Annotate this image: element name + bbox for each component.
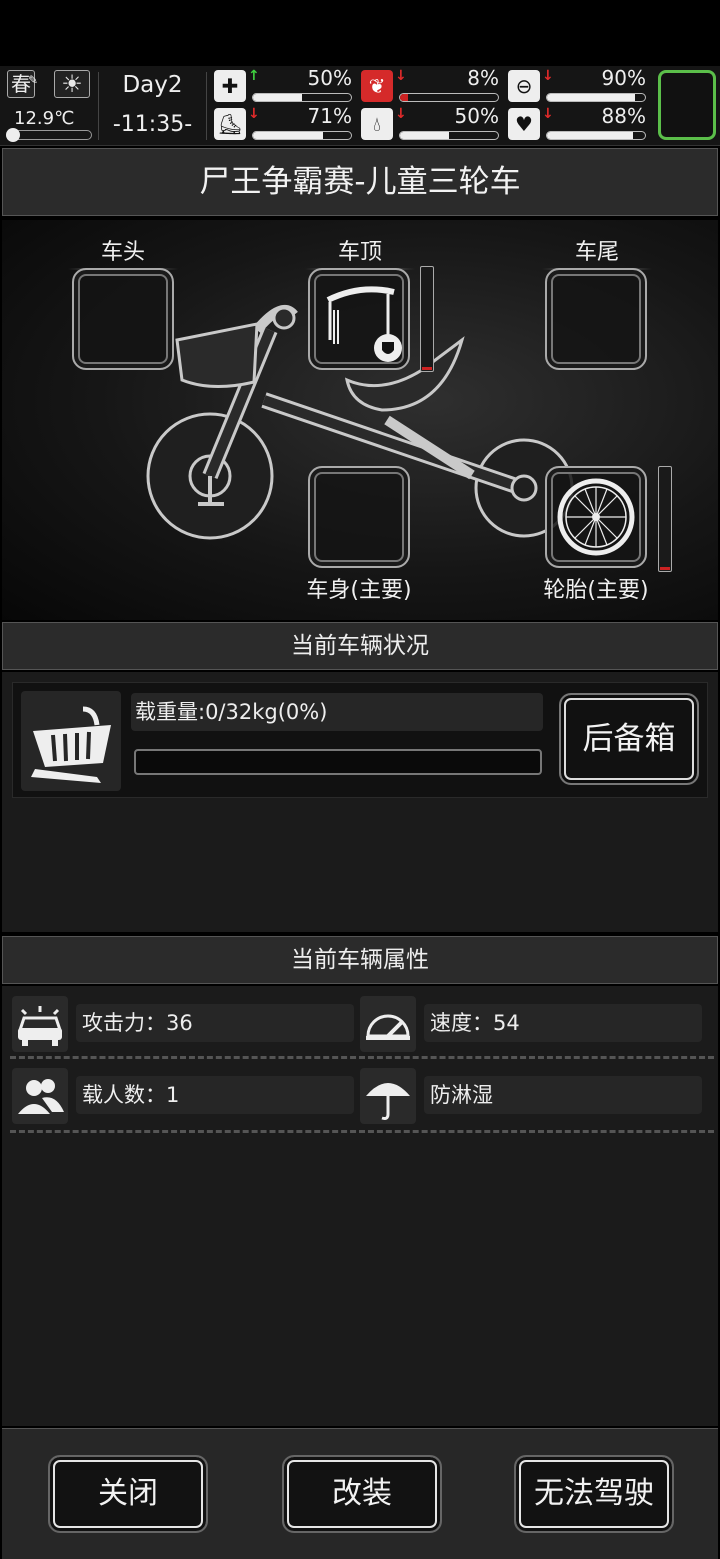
stat-value: 90% (601, 66, 646, 90)
vehicle-attributes-panel: 攻击力：36 速度：54 载人数：1 防淋湿 (2, 986, 718, 1426)
basket-icon (21, 691, 121, 791)
stat-value: 50% (454, 104, 499, 128)
speed-value: 速度：54 (424, 1004, 702, 1042)
close-button[interactable]: 关闭 (48, 1455, 208, 1533)
attribute-capacity: 载人数：1 (12, 1066, 357, 1126)
capacity-value: 载人数：1 (76, 1076, 354, 1114)
stat-bar (252, 131, 352, 140)
slot-body[interactable] (308, 466, 410, 568)
umbrella-icon (360, 1068, 416, 1124)
stat-energy[interactable]: ⊖ ↓ 90% (508, 66, 648, 104)
thermometer-icon (6, 128, 92, 142)
vehicle-status-header: 当前车辆状况 (2, 622, 718, 670)
stat-bar (546, 93, 646, 102)
pill-icon: ⊖ (508, 70, 540, 102)
roof-durability-bar (420, 266, 434, 372)
stat-bar (546, 131, 646, 140)
stat-hunger[interactable]: ❦ ↓ 8% (361, 66, 501, 104)
waterproof-value: 防淋湿 (424, 1076, 702, 1114)
trunk-button[interactable]: 后备箱 (559, 693, 699, 785)
stat-mood[interactable]: ♥ ↓ 88% (508, 104, 648, 142)
stat-bar (399, 93, 499, 102)
heart-icon: ♥ (508, 108, 540, 140)
arrow-down-icon: ↓ (395, 68, 407, 84)
footer-bar: 关闭 改装 无法驾驶 (2, 1428, 718, 1559)
drive-button[interactable]: 无法驾驶 (514, 1455, 674, 1533)
arrow-down-icon: ↓ (395, 106, 407, 122)
stat-value: 8% (467, 66, 499, 90)
stat-bar (252, 93, 352, 102)
attribute-attack: 攻击力：36 (12, 994, 357, 1054)
modify-button[interactable]: 改装 (282, 1455, 442, 1533)
speedometer-icon (360, 996, 416, 1052)
page-title-bar: 尸王争霸赛-儿童三轮车 (2, 148, 718, 216)
vehicle-status-panel: 载重量:0/32kg(0%) 后备箱 (2, 672, 718, 932)
arrow-down-icon: ↓ (542, 106, 554, 122)
season-badge: 春 ✎ (7, 70, 38, 98)
slot-label-body: 车身(主要) (306, 578, 412, 603)
car-icon (12, 996, 68, 1052)
attribute-waterproof: 防淋湿 (360, 1066, 705, 1126)
first-aid-icon: ✚ (214, 70, 246, 102)
tire-durability-bar (658, 466, 672, 572)
load-weight-text: 载重量:0/32kg(0%) (131, 693, 543, 731)
slot-label-tail: 车尾 (542, 234, 652, 270)
arrow-up-icon: ↑ (248, 68, 260, 84)
stat-thirst[interactable]: 💧︎ ↓ 50% (361, 104, 501, 142)
slot-tire[interactable] (545, 466, 647, 568)
vehicle-stage: 车头 车顶 车尾 车身(主要) 轮胎(主要) (2, 220, 718, 620)
slot-head[interactable] (72, 268, 174, 370)
leaf-icon: ✎ (27, 73, 38, 87)
status-bar: 春 ✎ ☀ 12.9℃ Day2 -11:35- ✚ ↑ 50% ❦ ↓ 8% ⊖… (0, 66, 720, 146)
day-label: Day2 (122, 72, 183, 98)
people-icon (12, 1068, 68, 1124)
slot-tail[interactable] (545, 268, 647, 370)
stomach-icon: ❦ (361, 70, 393, 102)
attribute-speed: 速度：54 (360, 994, 705, 1054)
water-drop-icon: 💧︎ (361, 108, 393, 140)
boot-icon: ⛸ (214, 108, 246, 140)
attack-value: 攻击力：36 (76, 1004, 354, 1042)
arrow-down-icon: ↓ (542, 68, 554, 84)
page-title: 尸王争霸赛-儿童三轮车 (199, 164, 521, 200)
slot-label-head: 车头 (68, 234, 178, 270)
stat-bar (399, 131, 499, 140)
slot-label-tire: 轮胎(主要) (543, 578, 649, 603)
sun-icon: ☀ (54, 70, 90, 98)
tire-icon (557, 478, 635, 556)
stat-health[interactable]: ✚ ↑ 50% (214, 66, 354, 104)
load-row: 载重量:0/32kg(0%) 后备箱 (12, 682, 708, 798)
slot-roof[interactable] (308, 268, 410, 370)
stat-value: 88% (601, 104, 646, 128)
vehicle-attributes-header: 当前车辆属性 (2, 936, 718, 984)
time-label: -11:35- (112, 112, 193, 137)
quick-slot[interactable] (658, 70, 716, 140)
stat-value: 71% (307, 104, 352, 128)
stat-value: 50% (307, 66, 352, 90)
temperature-label: 12.9℃ (14, 108, 75, 129)
slot-label-roof: 车顶 (305, 234, 415, 270)
load-progress-bar (134, 749, 542, 775)
canopy-icon (326, 286, 402, 362)
arrow-down-icon: ↓ (248, 106, 260, 122)
stat-stamina[interactable]: ⛸ ↓ 71% (214, 104, 354, 142)
